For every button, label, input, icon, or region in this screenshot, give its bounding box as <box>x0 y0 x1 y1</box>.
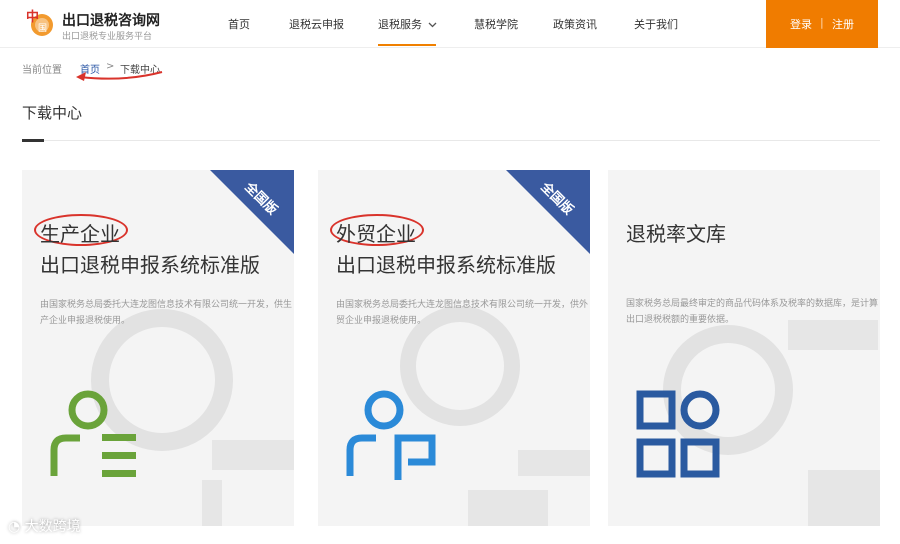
title-accent-mark <box>22 139 44 142</box>
card-description: 国家税务总局最终审定的商品代码体系及税率的数据库，是计算出口退税税额的重要依据。 <box>626 299 879 325</box>
site-header: 中 国 出口退税咨询网 出口退税专业服务平台 首页 退税云申报 退税服务 慧税学… <box>0 0 900 48</box>
svg-text:中: 中 <box>26 9 39 25</box>
card-tax-rate-library[interactable]: 退税率文库 国家税务总局最终审定的商品代码体系及税率的数据库，是计算出口退税税额… <box>608 170 880 526</box>
watermark: ◔ 大数跨境 <box>8 516 81 536</box>
register-button[interactable]: 注册 <box>832 16 854 32</box>
login-button[interactable]: 登录 <box>790 16 812 32</box>
nav-home[interactable]: 首页 <box>228 16 250 32</box>
nav-tax-service[interactable]: 退税服务 <box>378 16 437 32</box>
user-list-icon <box>50 390 136 477</box>
nav-cloud-declare[interactable]: 退税云申报 <box>289 16 344 32</box>
breadcrumb-prefix: 当前位置 <box>22 65 62 76</box>
nav-active-indicator <box>378 44 436 46</box>
watermark-text: 大数跨境 <box>24 519 81 535</box>
wechat-icon: ◔ <box>8 519 21 535</box>
nav-about[interactable]: 关于我们 <box>634 16 678 32</box>
card-subtitle: 出口退税申报系统标准版 <box>336 253 556 277</box>
grid-apps-icon <box>636 390 720 478</box>
card-title: 外贸企业 <box>336 222 416 246</box>
auth-box: 登录 | 注册 <box>766 0 878 48</box>
title-divider <box>22 140 880 141</box>
page-title: 下载中心 <box>22 104 83 122</box>
chevron-down-icon <box>428 20 437 31</box>
logo-icon[interactable]: 中 国 <box>24 7 56 39</box>
card-description: 由国家税务总局委托大连龙图信息技术有限公司统一开发，供生产企业申报退税使用。 <box>40 300 293 326</box>
card-production-enterprise[interactable]: 全国版 生产企业 出口退税申报系统标准版 由国家税务总局委托大连龙图信息技术有限… <box>22 170 294 526</box>
brand-subtitle: 出口退税专业服务平台 <box>62 32 153 42</box>
nav-academy[interactable]: 慧税学院 <box>474 16 518 32</box>
nav-tax-service-label: 退税服务 <box>378 18 422 31</box>
svg-text:国: 国 <box>38 23 47 34</box>
page: 中 国 出口退税咨询网 出口退税专业服务平台 首页 退税云申报 退税服务 慧税学… <box>0 0 900 544</box>
red-arrow-annotation <box>76 71 163 81</box>
auth-separator: | <box>820 16 824 29</box>
card-subtitle: 出口退税申报系统标准版 <box>40 253 260 277</box>
card-foreign-trade-enterprise[interactable]: 全国版 外贸企业 出口退税申报系统标准版 由国家税务总局委托大连龙图信息技术有限… <box>318 170 590 526</box>
brand-title[interactable]: 出口退税咨询网 <box>62 10 160 30</box>
card-title: 退税率文库 <box>626 222 726 246</box>
nav-policy-news[interactable]: 政策资讯 <box>553 16 597 32</box>
card-title: 生产企业 <box>40 222 120 246</box>
user-doc-icon <box>346 390 436 480</box>
card-description: 由国家税务总局委托大连龙图信息技术有限公司统一开发，供外贸企业申报退税使用。 <box>336 300 589 326</box>
